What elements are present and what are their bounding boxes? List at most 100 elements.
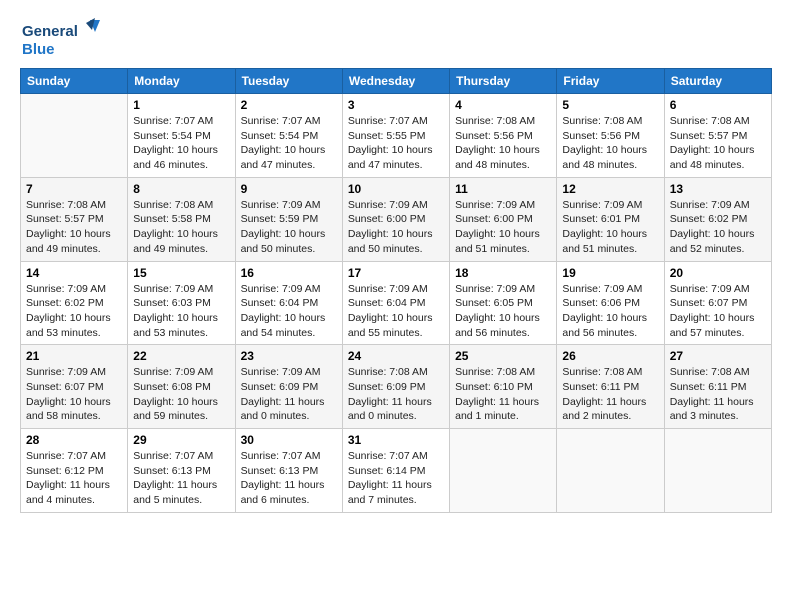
day-cell: 13 Sunrise: 7:09 AM Sunset: 6:02 PM Dayli… — [664, 177, 771, 261]
logo-svg: General Blue — [20, 18, 100, 62]
day-number: 24 — [348, 349, 444, 363]
day-info: Sunrise: 7:08 AM Sunset: 6:10 PM Dayligh… — [455, 365, 551, 424]
col-header-wednesday: Wednesday — [342, 69, 449, 94]
day-cell: 16 Sunrise: 7:09 AM Sunset: 6:04 PM Dayli… — [235, 261, 342, 345]
week-row-2: 7 Sunrise: 7:08 AM Sunset: 5:57 PM Daylig… — [21, 177, 772, 261]
col-header-thursday: Thursday — [450, 69, 557, 94]
day-info: Sunrise: 7:09 AM Sunset: 6:03 PM Dayligh… — [133, 282, 229, 341]
day-info: Sunrise: 7:09 AM Sunset: 6:00 PM Dayligh… — [348, 198, 444, 257]
day-info: Sunrise: 7:09 AM Sunset: 6:05 PM Dayligh… — [455, 282, 551, 341]
day-info: Sunrise: 7:09 AM Sunset: 6:08 PM Dayligh… — [133, 365, 229, 424]
day-cell: 10Sunrise: 7:09 AM Sunset: 6:00 PM Dayli… — [342, 177, 449, 261]
svg-text:Blue: Blue — [22, 41, 55, 58]
day-info: Sunrise: 7:08 AM Sunset: 6:11 PM Dayligh… — [670, 365, 766, 424]
day-info: Sunrise: 7:09 AM Sunset: 6:02 PM Dayligh… — [26, 282, 122, 341]
day-number: 30 — [241, 433, 337, 447]
week-row-1: 1 Sunrise: 7:07 AM Sunset: 5:54 PM Daylig… — [21, 94, 772, 178]
week-row-4: 21 Sunrise: 7:09 AM Sunset: 6:07 PM Dayli… — [21, 345, 772, 429]
day-cell: 5 Sunrise: 7:08 AM Sunset: 5:56 PM Daylig… — [557, 94, 664, 178]
col-header-monday: Monday — [128, 69, 235, 94]
day-cell: 26 Sunrise: 7:08 AM Sunset: 6:11 PM Dayli… — [557, 345, 664, 429]
day-info: Sunrise: 7:07 AM Sunset: 6:13 PM Dayligh… — [241, 449, 337, 508]
day-info: Sunrise: 7:09 AM Sunset: 6:04 PM Dayligh… — [241, 282, 337, 341]
day-number: 2 — [241, 98, 337, 112]
day-info: Sunrise: 7:09 AM Sunset: 6:07 PM Dayligh… — [26, 365, 122, 424]
week-row-3: 14Sunrise: 7:09 AM Sunset: 6:02 PM Dayli… — [21, 261, 772, 345]
day-info: Sunrise: 7:09 AM Sunset: 6:04 PM Dayligh… — [348, 282, 444, 341]
day-number: 27 — [670, 349, 766, 363]
day-number: 3 — [348, 98, 444, 112]
day-cell: 9 Sunrise: 7:09 AM Sunset: 5:59 PM Daylig… — [235, 177, 342, 261]
day-number: 7 — [26, 182, 122, 196]
day-number: 25 — [455, 349, 551, 363]
day-number: 1 — [133, 98, 229, 112]
day-cell: 11 Sunrise: 7:09 AM Sunset: 6:00 PM Dayli… — [450, 177, 557, 261]
day-cell: 2 Sunrise: 7:07 AM Sunset: 5:54 PM Daylig… — [235, 94, 342, 178]
day-number: 21 — [26, 349, 122, 363]
col-header-tuesday: Tuesday — [235, 69, 342, 94]
day-number: 22 — [133, 349, 229, 363]
day-number: 9 — [241, 182, 337, 196]
day-number: 31 — [348, 433, 444, 447]
day-cell: 15 Sunrise: 7:09 AM Sunset: 6:03 PM Dayli… — [128, 261, 235, 345]
day-cell — [557, 429, 664, 513]
day-number: 18 — [455, 266, 551, 280]
day-info: Sunrise: 7:08 AM Sunset: 5:57 PM Dayligh… — [670, 114, 766, 173]
day-cell: 8Sunrise: 7:08 AM Sunset: 5:58 PM Daylig… — [128, 177, 235, 261]
day-number: 28 — [26, 433, 122, 447]
day-info: Sunrise: 7:07 AM Sunset: 6:12 PM Dayligh… — [26, 449, 122, 508]
day-number: 15 — [133, 266, 229, 280]
day-cell: 18 Sunrise: 7:09 AM Sunset: 6:05 PM Dayli… — [450, 261, 557, 345]
day-number: 23 — [241, 349, 337, 363]
week-row-5: 28 Sunrise: 7:07 AM Sunset: 6:12 PM Dayli… — [21, 429, 772, 513]
col-header-sunday: Sunday — [21, 69, 128, 94]
col-header-saturday: Saturday — [664, 69, 771, 94]
day-info: Sunrise: 7:09 AM Sunset: 6:07 PM Dayligh… — [670, 282, 766, 341]
day-info: Sunrise: 7:09 AM Sunset: 6:02 PM Dayligh… — [670, 198, 766, 257]
day-info: Sunrise: 7:08 AM Sunset: 5:56 PM Dayligh… — [455, 114, 551, 173]
day-cell: 20Sunrise: 7:09 AM Sunset: 6:07 PM Dayli… — [664, 261, 771, 345]
day-cell: 29Sunrise: 7:07 AM Sunset: 6:13 PM Dayli… — [128, 429, 235, 513]
day-number: 29 — [133, 433, 229, 447]
day-cell: 23Sunrise: 7:09 AM Sunset: 6:09 PM Dayli… — [235, 345, 342, 429]
day-cell: 12Sunrise: 7:09 AM Sunset: 6:01 PM Dayli… — [557, 177, 664, 261]
day-info: Sunrise: 7:09 AM Sunset: 6:00 PM Dayligh… — [455, 198, 551, 257]
day-cell: 7 Sunrise: 7:08 AM Sunset: 5:57 PM Daylig… — [21, 177, 128, 261]
day-info: Sunrise: 7:07 AM Sunset: 5:55 PM Dayligh… — [348, 114, 444, 173]
day-number: 12 — [562, 182, 658, 196]
day-number: 11 — [455, 182, 551, 196]
day-cell: 30 Sunrise: 7:07 AM Sunset: 6:13 PM Dayli… — [235, 429, 342, 513]
header: General Blue — [20, 18, 772, 62]
calendar-table: SundayMondayTuesdayWednesdayThursdayFrid… — [20, 68, 772, 513]
svg-text:General: General — [22, 23, 78, 40]
day-cell: 27 Sunrise: 7:08 AM Sunset: 6:11 PM Dayli… — [664, 345, 771, 429]
day-cell: 25 Sunrise: 7:08 AM Sunset: 6:10 PM Dayli… — [450, 345, 557, 429]
day-cell: 14Sunrise: 7:09 AM Sunset: 6:02 PM Dayli… — [21, 261, 128, 345]
day-number: 4 — [455, 98, 551, 112]
page-container: General Blue SundayMondayTuesdayWednesda… — [0, 0, 792, 523]
day-number: 17 — [348, 266, 444, 280]
day-number: 8 — [133, 182, 229, 196]
day-number: 6 — [670, 98, 766, 112]
calendar-header-row: SundayMondayTuesdayWednesdayThursdayFrid… — [21, 69, 772, 94]
day-info: Sunrise: 7:08 AM Sunset: 5:57 PM Dayligh… — [26, 198, 122, 257]
day-number: 26 — [562, 349, 658, 363]
day-cell: 31 Sunrise: 7:07 AM Sunset: 6:14 PM Dayli… — [342, 429, 449, 513]
day-number: 19 — [562, 266, 658, 280]
day-cell: 22 Sunrise: 7:09 AM Sunset: 6:08 PM Dayli… — [128, 345, 235, 429]
day-cell: 1Sunrise: 7:07 AM Sunset: 5:54 PM Daylig… — [128, 94, 235, 178]
day-cell: 17 Sunrise: 7:09 AM Sunset: 6:04 PM Dayli… — [342, 261, 449, 345]
day-cell: 6 Sunrise: 7:08 AM Sunset: 5:57 PM Daylig… — [664, 94, 771, 178]
day-info: Sunrise: 7:07 AM Sunset: 6:14 PM Dayligh… — [348, 449, 444, 508]
day-cell: 24Sunrise: 7:08 AM Sunset: 6:09 PM Dayli… — [342, 345, 449, 429]
day-number: 16 — [241, 266, 337, 280]
day-info: Sunrise: 7:08 AM Sunset: 5:56 PM Dayligh… — [562, 114, 658, 173]
day-cell — [450, 429, 557, 513]
day-number: 13 — [670, 182, 766, 196]
day-info: Sunrise: 7:08 AM Sunset: 6:11 PM Dayligh… — [562, 365, 658, 424]
day-cell — [21, 94, 128, 178]
day-info: Sunrise: 7:09 AM Sunset: 5:59 PM Dayligh… — [241, 198, 337, 257]
day-number: 5 — [562, 98, 658, 112]
day-cell: 28 Sunrise: 7:07 AM Sunset: 6:12 PM Dayli… — [21, 429, 128, 513]
day-info: Sunrise: 7:07 AM Sunset: 5:54 PM Dayligh… — [241, 114, 337, 173]
